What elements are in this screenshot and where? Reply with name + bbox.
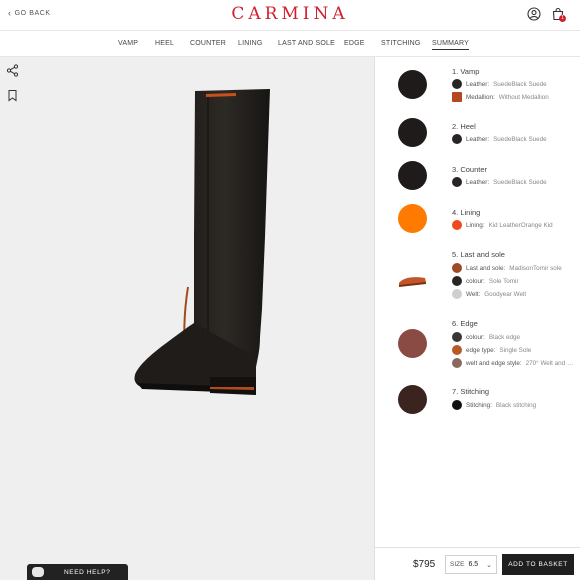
color-swatch xyxy=(452,177,462,187)
option-key: Welt: xyxy=(466,290,481,298)
option-row: welt and edge style: 270° Welt and Half … xyxy=(452,358,576,368)
cart-count-badge: 1 xyxy=(559,15,566,22)
tab-counter[interactable]: COUNTER xyxy=(190,40,226,47)
option-value: SuedeBlack Suede xyxy=(493,80,547,88)
option-value: SuedeBlack Suede xyxy=(493,178,547,186)
section-title: 2. Heel xyxy=(452,122,476,131)
share-icon[interactable] xyxy=(6,64,19,77)
tab-lining[interactable]: LINING xyxy=(238,40,263,47)
product-preview xyxy=(0,57,374,580)
option-row: Leather: SuedeBlack Suede xyxy=(452,177,547,187)
option-row: colour: Sole Tomir xyxy=(452,276,519,286)
option-key: welt and edge style: xyxy=(466,359,522,367)
color-swatch xyxy=(452,400,462,410)
color-swatch xyxy=(452,134,462,144)
option-key: edge type: xyxy=(466,346,496,354)
brand-logo[interactable]: CARMINA xyxy=(0,4,580,24)
color-swatch xyxy=(452,220,462,230)
option-key: Lining: xyxy=(466,221,485,229)
color-swatch xyxy=(452,289,462,299)
section-title: 6. Edge xyxy=(452,319,478,328)
price: $795 xyxy=(413,559,436,570)
option-row: Welt: Goodyear Welt xyxy=(452,289,526,299)
color-swatch xyxy=(452,332,462,342)
need-help-button[interactable]: NEED HELP? xyxy=(27,564,128,580)
vamp-thumbnail xyxy=(398,70,427,99)
chat-bubble-icon xyxy=(32,567,44,577)
option-row: Leather: SuedeBlack Suede xyxy=(452,79,547,89)
option-row: Lining: Kid LeatherOrange Kid xyxy=(452,220,553,230)
customizer-nav: VAMP HEEL COUNTER LINING LAST AND SOLE E… xyxy=(0,31,580,57)
tab-stitching[interactable]: STITCHING xyxy=(381,40,421,47)
option-value: Kid LeatherOrange Kid xyxy=(488,221,553,229)
option-row: Stitching: Black stitching xyxy=(452,400,536,410)
edge-thumbnail xyxy=(398,329,427,358)
color-swatch xyxy=(452,79,462,89)
counter-thumbnail xyxy=(398,161,427,190)
color-swatch xyxy=(452,92,462,102)
user-circle-icon[interactable] xyxy=(527,7,541,21)
color-swatch xyxy=(452,263,462,273)
tab-summary[interactable]: SUMMARY xyxy=(432,40,470,50)
summary-panel: 1. Vamp Leather: SuedeBlack Suede Medall… xyxy=(374,57,580,547)
tab-heel[interactable]: HEEL xyxy=(155,40,174,47)
color-swatch xyxy=(452,358,462,368)
stitching-thumbnail xyxy=(398,385,427,414)
chevron-down-icon: ⌄ xyxy=(486,561,492,569)
option-key: colour: xyxy=(466,277,485,285)
option-row: edge type: Single Sole xyxy=(452,345,531,355)
sole-thumbnail xyxy=(399,277,426,287)
add-to-basket-button[interactable]: ADD TO BASKET xyxy=(502,554,574,575)
tab-vamp[interactable]: VAMP xyxy=(118,40,138,47)
size-label: SIZE xyxy=(450,561,465,568)
tab-last-and-sole[interactable]: LAST AND SOLE xyxy=(278,40,335,47)
option-value: Black stitching xyxy=(495,401,537,409)
need-help-label: NEED HELP? xyxy=(64,569,111,576)
color-swatch xyxy=(452,276,462,286)
option-key: Stitching: xyxy=(466,401,492,409)
option-key: Leather: xyxy=(466,178,490,186)
option-row: Medallion: Without Medallion xyxy=(452,92,549,102)
size-value: 6.5 xyxy=(468,561,479,568)
option-key: Last and sole: xyxy=(466,264,506,272)
option-key: colour: xyxy=(466,333,485,341)
option-value: Goodyear Welt xyxy=(484,290,527,298)
option-key: Leather: xyxy=(466,80,490,88)
section-title: 4. Lining xyxy=(452,208,481,217)
section-title: 5. Last and sole xyxy=(452,250,505,259)
option-value: Without Medallion xyxy=(498,93,549,101)
bookmark-icon[interactable] xyxy=(6,89,19,102)
option-value: Black edge xyxy=(488,333,521,341)
option-key: Leather: xyxy=(466,135,490,143)
tab-edge[interactable]: EDGE xyxy=(344,40,365,47)
option-row: Leather: SuedeBlack Suede xyxy=(452,134,547,144)
option-value: Single Sole xyxy=(499,346,532,354)
boot-product-image xyxy=(134,89,270,395)
header: ‹ GO BACK CARMINA 1 xyxy=(0,0,580,31)
option-value: Sole Tomir xyxy=(488,277,519,285)
lining-thumbnail xyxy=(398,204,427,233)
option-value: 270° Welt and Half Rounded Edge xyxy=(525,359,576,367)
size-select[interactable]: SIZE 6.5 ⌄ xyxy=(445,555,497,574)
option-key: Medallion: xyxy=(466,93,495,101)
heel-thumbnail xyxy=(398,118,427,147)
section-title: 1. Vamp xyxy=(452,67,480,76)
option-row: colour: Black edge xyxy=(452,332,520,342)
color-swatch xyxy=(452,345,462,355)
section-title: 7. Stitching xyxy=(452,387,490,396)
option-value: SuedeBlack Suede xyxy=(493,135,547,143)
option-row: Last and sole: MadisonTomir sole xyxy=(452,263,562,273)
section-title: 3. Counter xyxy=(452,165,488,174)
option-value: MadisonTomir sole xyxy=(509,264,562,272)
